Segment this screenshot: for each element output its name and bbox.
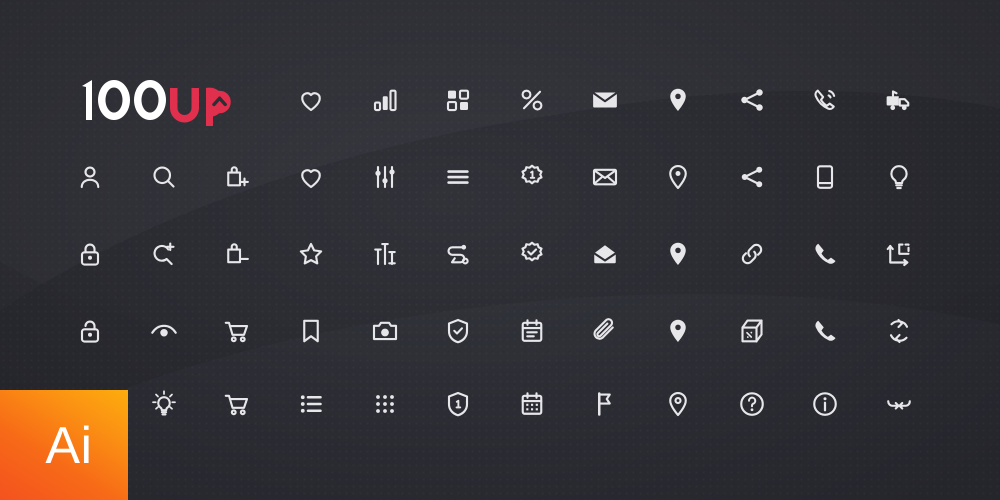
badge-check-icon[interactable] — [509, 231, 555, 277]
ai-badge-label: Ai — [45, 417, 93, 475]
location-pin-filled-icon[interactable] — [655, 308, 701, 354]
eye-view-icon[interactable] — [141, 308, 187, 354]
shopping-cart-icon[interactable] — [214, 308, 260, 354]
exchange-arrows-icon[interactable] — [876, 381, 922, 427]
mail-filled-icon[interactable] — [582, 77, 628, 123]
user-icon[interactable] — [67, 154, 113, 200]
location-pin-filled-icon[interactable] — [655, 231, 701, 277]
dashboard-grid-icon[interactable] — [435, 77, 481, 123]
calendar-note-icon[interactable] — [509, 308, 555, 354]
share-nodes-outline-icon[interactable] — [729, 154, 775, 200]
percent-icon[interactable] — [509, 77, 555, 123]
envelope-outline-icon[interactable] — [582, 154, 628, 200]
light-bulb-icon[interactable] — [876, 154, 922, 200]
phone-ringing-icon[interactable] — [802, 77, 848, 123]
location-pin-filled-icon[interactable] — [655, 77, 701, 123]
heart-icon[interactable] — [288, 77, 334, 123]
bag-add-icon[interactable] — [214, 154, 260, 200]
unlock-icon[interactable] — [67, 308, 113, 354]
resize-transform-icon[interactable] — [876, 231, 922, 277]
search-icon[interactable] — [141, 154, 187, 200]
box-3d-icon[interactable] — [729, 308, 775, 354]
route-flow-icon[interactable] — [435, 231, 481, 277]
camera-icon[interactable] — [362, 308, 408, 354]
lock-closed-icon[interactable] — [67, 231, 113, 277]
bookmark-icon[interactable] — [288, 308, 334, 354]
calendar-grid-icon[interactable] — [509, 381, 555, 427]
light-bulb-rays-icon[interactable] — [141, 381, 187, 427]
grid-dots-icon[interactable] — [362, 381, 408, 427]
phone-handset-icon[interactable] — [802, 308, 848, 354]
shield-one-icon[interactable] — [435, 381, 481, 427]
search-plus-icon[interactable] — [141, 231, 187, 277]
phone-handset-icon[interactable] — [802, 231, 848, 277]
bag-remove-icon[interactable] — [214, 231, 260, 277]
mobile-phone-icon[interactable] — [802, 154, 848, 200]
location-pin-outline-icon[interactable] — [655, 381, 701, 427]
icon-grid — [0, 0, 1000, 500]
envelope-open-icon[interactable] — [582, 231, 628, 277]
star-icon[interactable] — [288, 231, 334, 277]
heart-icon[interactable] — [288, 154, 334, 200]
equalizer-icon[interactable] — [362, 231, 408, 277]
location-pin-outline-icon[interactable] — [655, 154, 701, 200]
shopping-cart-icon[interactable] — [214, 381, 260, 427]
menu-hamburger-icon[interactable] — [435, 154, 481, 200]
shield-check-icon[interactable] — [435, 308, 481, 354]
link-chain-icon[interactable] — [729, 231, 775, 277]
share-nodes-icon[interactable] — [729, 77, 775, 123]
refresh-sync-icon[interactable] — [876, 308, 922, 354]
info-circle-icon[interactable] — [802, 381, 848, 427]
paperclip-icon[interactable] — [582, 308, 628, 354]
help-question-icon[interactable] — [729, 381, 775, 427]
list-view-icon[interactable] — [288, 381, 334, 427]
flag-icon[interactable] — [582, 381, 628, 427]
delivery-truck-icon[interactable] — [876, 77, 922, 123]
adobe-illustrator-badge: Ai — [0, 390, 128, 500]
badge-one-icon[interactable] — [509, 154, 555, 200]
sliders-vertical-icon[interactable] — [362, 154, 408, 200]
bar-chart-icon[interactable] — [362, 77, 408, 123]
icon-set-showcase: Ai — [0, 0, 1000, 500]
